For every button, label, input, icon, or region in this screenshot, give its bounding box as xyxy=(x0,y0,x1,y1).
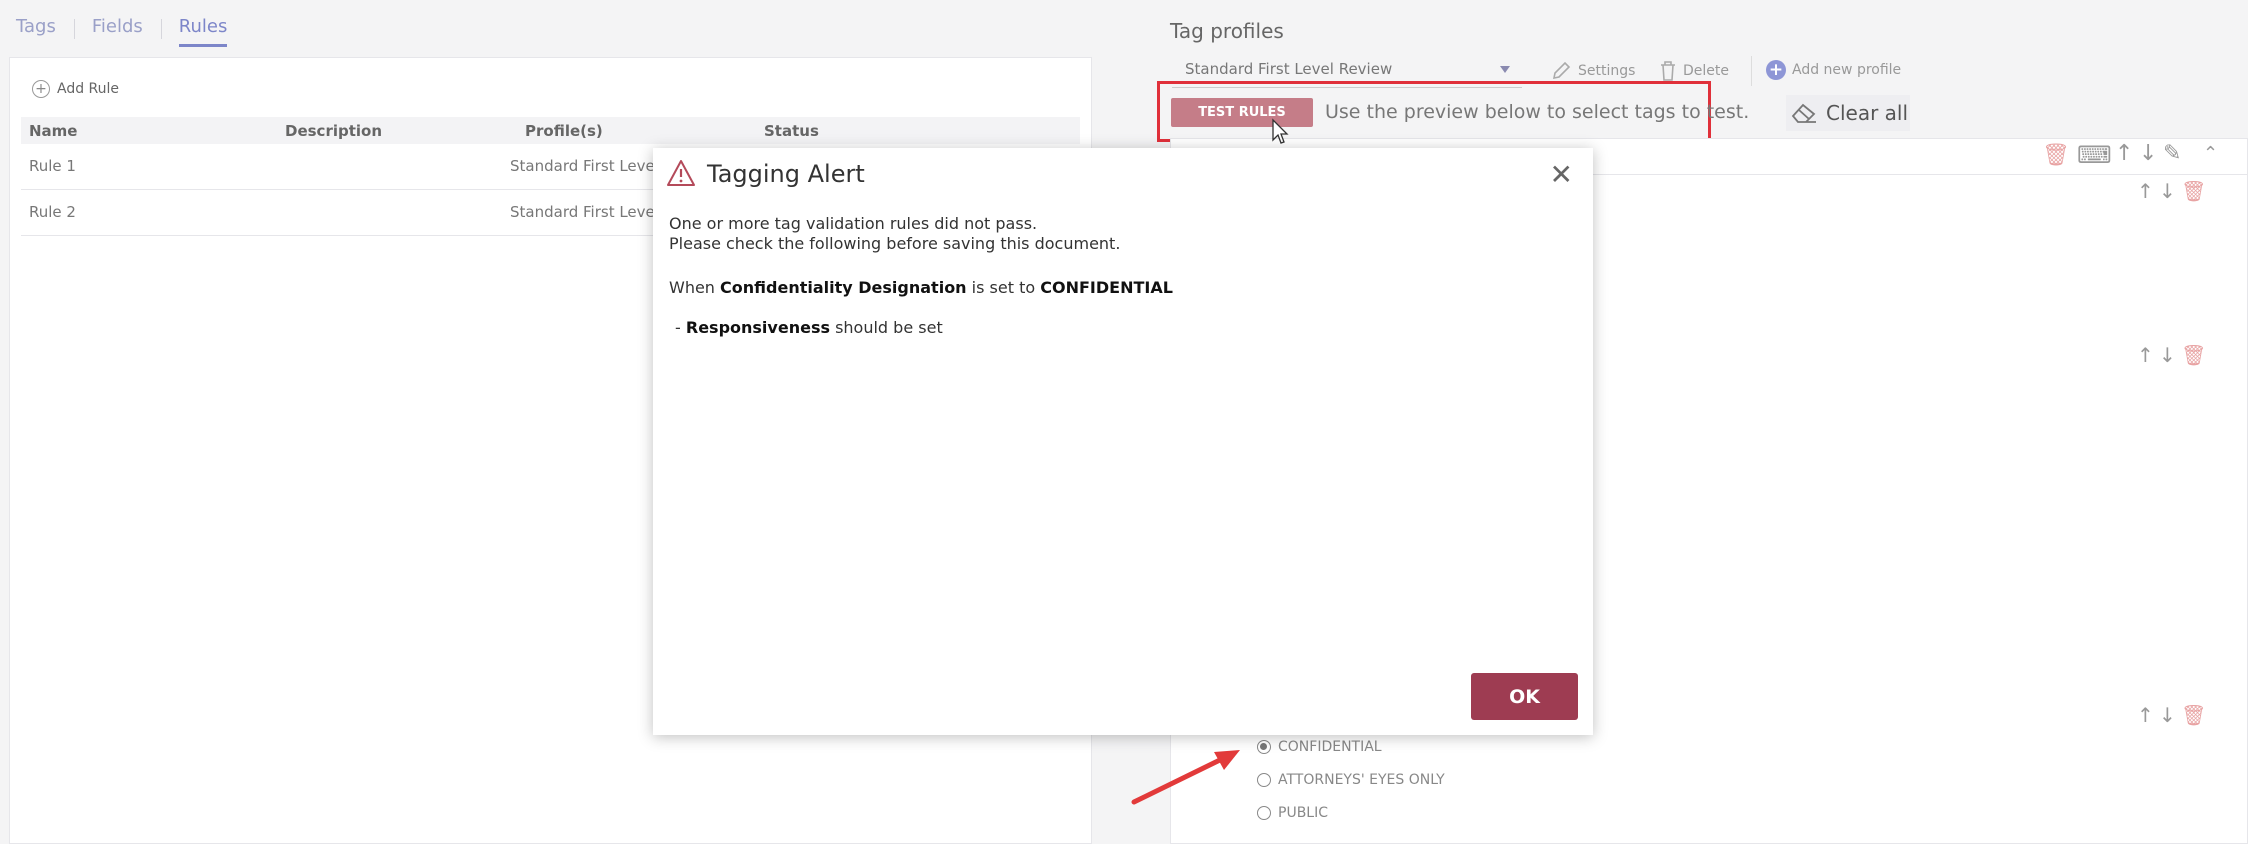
condition-field: Confidentiality Designation xyxy=(720,278,967,297)
test-rules-button[interactable]: TEST RULES xyxy=(1171,98,1313,127)
requirement-field: Responsiveness xyxy=(685,318,830,337)
tagging-alert-dialog: Tagging Alert ✕ One or more tag validati… xyxy=(653,148,1593,735)
column-name[interactable]: Name xyxy=(29,122,77,140)
pencil-icon[interactable]: ✎ xyxy=(2163,141,2181,166)
arrow-down-icon[interactable]: ↓ xyxy=(2139,141,2157,166)
trash-icon[interactable]: 🗑 xyxy=(2181,343,2206,367)
column-description[interactable]: Description xyxy=(285,122,382,140)
requirement-suffix: should be set xyxy=(835,318,943,337)
requirement-prefix: - xyxy=(675,318,681,337)
caret-down-icon xyxy=(1500,66,1510,73)
tab-fields[interactable]: Fields xyxy=(73,16,161,39)
close-icon[interactable]: ✕ xyxy=(1550,158,1573,191)
tab-rules[interactable]: Rules xyxy=(160,16,246,47)
radio-button[interactable] xyxy=(1257,806,1271,820)
dialog-title: Tagging Alert xyxy=(707,160,865,188)
add-new-profile-label: Add new profile xyxy=(1792,62,1902,78)
ok-button[interactable]: OK xyxy=(1471,673,1578,720)
trash-icon[interactable]: 🗑 xyxy=(2181,703,2206,727)
add-rule-button[interactable]: + Add Rule xyxy=(32,80,119,98)
add-new-profile-button[interactable]: + Add new profile xyxy=(1766,60,1901,80)
arrow-up-icon[interactable]: ↑ xyxy=(2115,141,2133,166)
tag-profiles-title: Tag profiles xyxy=(1170,19,1284,43)
trash-icon[interactable]: 🗑 xyxy=(2181,179,2206,203)
radio-label: ATTORNEYS' EYES ONLY xyxy=(1278,772,1445,788)
column-profiles[interactable]: Profile(s) xyxy=(525,122,603,140)
clear-all-button[interactable]: Clear all xyxy=(1786,95,1910,131)
radio-label: PUBLIC xyxy=(1278,805,1328,821)
trash-icon[interactable]: 🗑 xyxy=(2042,143,2070,168)
tab-tags[interactable]: Tags xyxy=(16,16,74,37)
annotation-arrow-icon xyxy=(1131,750,1240,805)
column-status[interactable]: Status xyxy=(764,122,819,140)
rule-name: Rule 1 xyxy=(29,157,76,175)
radio-option-attorneys-eyes-only[interactable]: ATTORNEYS' EYES ONLY xyxy=(1257,772,1445,788)
rule-condition: When Confidentiality Designation is set … xyxy=(669,278,1173,297)
rule-profiles: Standard First Level I xyxy=(510,157,669,175)
toolbar-divider xyxy=(1751,56,1752,86)
arrow-down-icon[interactable]: ↓ xyxy=(2159,703,2176,727)
clear-all-label: Clear all xyxy=(1826,101,1909,125)
test-rules-hint: Use the preview below to select tags to … xyxy=(1325,101,1750,123)
pencil-icon xyxy=(1552,61,1571,80)
radio-button[interactable] xyxy=(1257,740,1271,754)
dialog-message-line2: Please check the following before saving… xyxy=(669,234,1121,253)
arrow-up-icon[interactable]: ↑ xyxy=(2137,179,2154,203)
trash-icon xyxy=(1661,61,1675,81)
arrow-up-icon[interactable]: ↑ xyxy=(2137,343,2154,367)
arrow-down-icon[interactable]: ↓ xyxy=(2159,343,2176,367)
radio-button[interactable] xyxy=(1257,773,1271,787)
top-tabs: Tags Fields Rules xyxy=(16,16,246,47)
is-set-to-text: is set to xyxy=(971,278,1036,297)
profile-select-value: Standard First Level Review xyxy=(1185,60,1393,78)
keyboard-icon[interactable]: ⌨ xyxy=(2077,141,2112,169)
add-circle-icon: + xyxy=(1766,60,1786,80)
arrow-up-icon[interactable]: ↑ xyxy=(2137,703,2154,727)
rule-profiles: Standard First Level I xyxy=(510,203,669,221)
delete-label: Delete xyxy=(1683,63,1729,79)
settings-button[interactable]: Settings xyxy=(1550,60,1635,82)
radio-option-public[interactable]: PUBLIC xyxy=(1257,805,1328,821)
warning-icon xyxy=(667,160,695,186)
delete-profile-button[interactable]: Delete xyxy=(1659,60,1729,82)
mouse-cursor-icon xyxy=(1272,118,1289,144)
rule-name: Rule 2 xyxy=(29,203,76,221)
when-prefix: When xyxy=(669,278,715,297)
rule-requirement: - Responsiveness should be set xyxy=(675,318,943,337)
add-rule-label: Add Rule xyxy=(57,81,120,97)
eraser-icon xyxy=(1791,103,1816,123)
dialog-message-line1: One or more tag validation rules did not… xyxy=(669,214,1038,233)
arrow-down-icon[interactable]: ↓ xyxy=(2159,179,2176,203)
radio-option-confidential[interactable]: CONFIDENTIAL xyxy=(1257,739,1382,755)
settings-label: Settings xyxy=(1578,63,1636,79)
radio-label: CONFIDENTIAL xyxy=(1278,739,1382,755)
plus-circle-icon: + xyxy=(32,80,50,98)
condition-value: CONFIDENTIAL xyxy=(1040,278,1173,297)
rules-table-header: Name Description Profile(s) Status xyxy=(21,117,1080,144)
chevron-up-icon[interactable]: ⌃ xyxy=(2203,143,2218,164)
